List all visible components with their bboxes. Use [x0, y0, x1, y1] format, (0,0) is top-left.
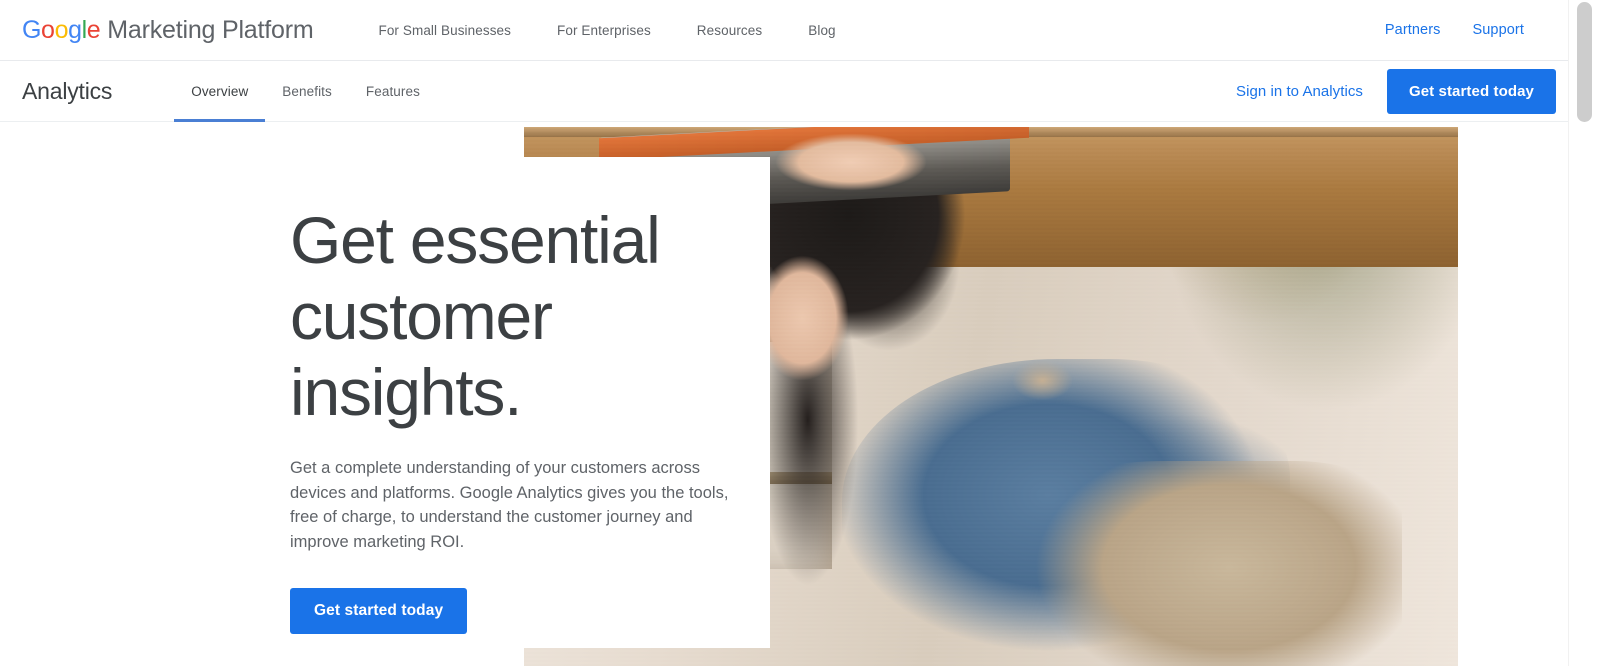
scrollbar-thumb[interactable] [1577, 2, 1592, 122]
page-content: Google Marketing Platform For Small Busi… [0, 0, 1568, 666]
support-link[interactable]: Support [1457, 22, 1541, 38]
global-header-links: Partners Support [1369, 22, 1540, 38]
global-nav-item-small-businesses[interactable]: For Small Businesses [355, 23, 534, 38]
google-wordmark: Google [22, 15, 101, 44]
global-nav-item-enterprises[interactable]: For Enterprises [534, 23, 674, 38]
global-nav: For Small Businesses For Enterprises Res… [355, 23, 858, 38]
hero-heading: Get essential customer insights. [290, 203, 661, 429]
get-started-today-hero-button[interactable]: Get started today [290, 588, 468, 634]
product-header: Analytics Overview Benefits Features Sig… [0, 61, 1568, 122]
hero-content: Get essential customer insights. Get a c… [290, 202, 750, 634]
sign-in-to-analytics-link[interactable]: Sign in to Analytics [1212, 83, 1387, 100]
get-started-today-header-button[interactable]: Get started today [1386, 68, 1556, 114]
tab-benefits[interactable]: Benefits [265, 61, 349, 122]
global-nav-item-resources[interactable]: Resources [674, 23, 785, 38]
tab-features[interactable]: Features [349, 61, 437, 122]
global-nav-item-blog[interactable]: Blog [785, 23, 858, 38]
browser-viewport: Google Marketing Platform For Small Busi… [0, 0, 1600, 666]
product-header-actions: Sign in to Analytics Get started today [1212, 68, 1556, 114]
logo-suffix: Marketing Platform [107, 15, 314, 44]
global-header: Google Marketing Platform For Small Busi… [0, 0, 1568, 61]
page-scrollbar[interactable] [1568, 0, 1600, 666]
hero-description: Get a complete understanding of your cus… [290, 459, 729, 551]
google-marketing-platform-logo[interactable]: Google Marketing Platform [22, 15, 314, 45]
hero-text-panel: Get essential customer insights. Get a c… [0, 157, 770, 648]
tab-overview[interactable]: Overview [174, 61, 266, 122]
hero-section: Get essential customer insights. Get a c… [0, 122, 1568, 666]
product-tabs: Overview Benefits Features [174, 61, 437, 122]
product-title[interactable]: Analytics [22, 78, 112, 105]
partners-link[interactable]: Partners [1369, 22, 1457, 38]
